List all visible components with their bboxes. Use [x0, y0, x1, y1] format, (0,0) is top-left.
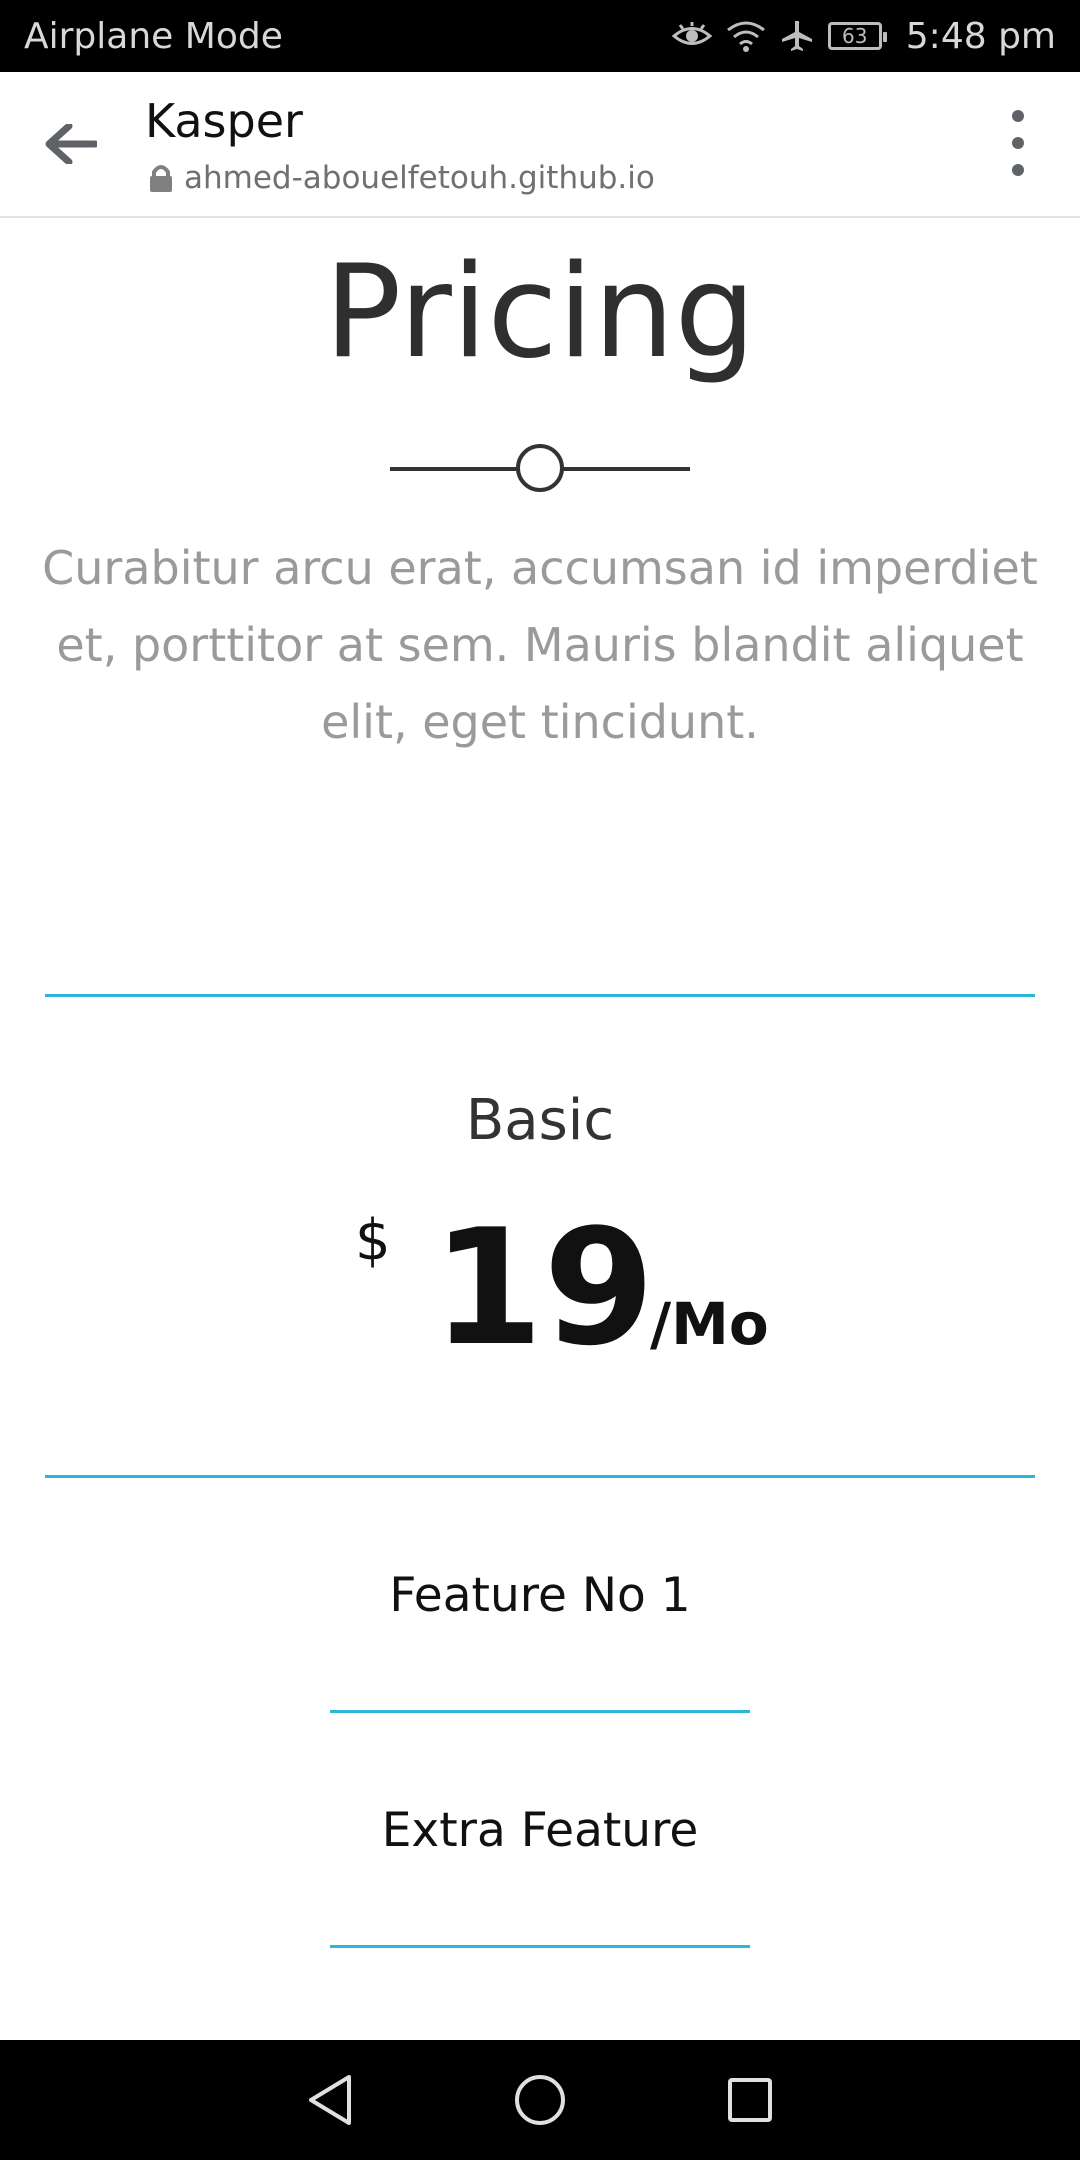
feature-item: Feature No 1 [389, 1568, 691, 1623]
status-icons: 63 5:48 pm [671, 15, 1056, 57]
title-divider [390, 444, 690, 494]
feature-divider [330, 1710, 750, 1713]
status-bar: Airplane Mode 63 5:48 pm [0, 0, 1080, 72]
url-bar[interactable]: ahmed-abouelfetouh.github.io [148, 160, 655, 196]
lock-icon [150, 165, 172, 192]
back-arrow-icon [45, 124, 97, 164]
price-currency: $ [355, 1208, 391, 1273]
feature-item: Extra Feature [381, 1803, 699, 1858]
feature-divider [330, 1945, 750, 1948]
airplane-icon [780, 19, 814, 53]
more-vert-icon [1012, 110, 1024, 122]
nav-back-button[interactable] [300, 2070, 360, 2130]
battery-level: 63 [842, 24, 868, 48]
nav-recents-icon [728, 2078, 772, 2122]
price-period: /Mo [650, 1290, 769, 1358]
page-content: Pricing Curabitur arcu erat, accumsan id… [0, 218, 1080, 2040]
back-button[interactable] [36, 114, 106, 174]
nav-recents-button[interactable] [720, 2070, 780, 2130]
status-text: Airplane Mode [24, 15, 283, 57]
nav-home-icon [515, 2075, 565, 2125]
eye-icon [671, 21, 712, 51]
page-title: Kasper [145, 94, 303, 148]
plan-name: Basic [465, 1088, 615, 1153]
nav-home-button[interactable] [510, 2070, 570, 2130]
status-time: 5:48 pm [905, 15, 1056, 57]
battery-icon: 63 [827, 22, 887, 50]
plan-top-border [45, 994, 1035, 997]
plan-price-border [45, 1475, 1035, 1478]
wifi-icon [726, 20, 766, 52]
more-options-button[interactable] [1002, 110, 1034, 176]
url-text: ahmed-abouelfetouh.github.io [184, 160, 655, 196]
price-amount: 19 [432, 1194, 655, 1381]
nav-back-icon [309, 2075, 351, 2125]
section-description: Curabitur arcu erat, accumsan id imperdi… [42, 541, 1038, 749]
browser-toolbar: Kasper ahmed-abouelfetouh.github.io [0, 72, 1080, 218]
system-nav-bar [0, 2040, 1080, 2160]
section-title: Pricing [324, 238, 756, 387]
plan-price: $ 19 /Mo [350, 1208, 770, 1368]
